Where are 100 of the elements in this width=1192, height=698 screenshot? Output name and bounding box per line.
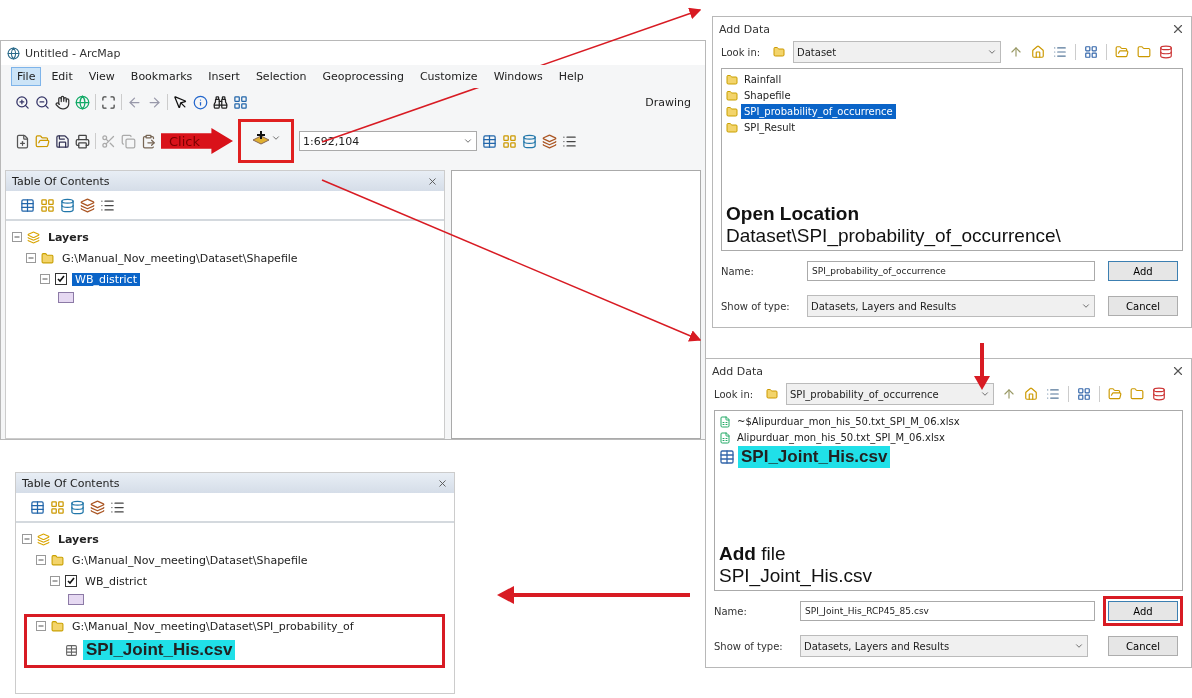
grid-icon[interactable] xyxy=(1084,45,1098,59)
collapse-toggle[interactable] xyxy=(12,232,22,242)
caret-icon[interactable] xyxy=(271,133,281,143)
menu-item[interactable]: File xyxy=(11,67,42,86)
collapse-toggle[interactable] xyxy=(22,534,32,544)
layer-checkbox[interactable] xyxy=(55,273,67,285)
database-icon[interactable] xyxy=(60,197,75,213)
close-icon[interactable] xyxy=(1171,364,1185,378)
dataset-entry[interactable]: Alipurduar_mon_his_50.txt_SPI_M_06.xlsx xyxy=(734,430,948,445)
name-field[interactable]: SPI_Joint_His_RCP45_85.csv xyxy=(800,601,1095,621)
collapse-toggle[interactable] xyxy=(36,621,46,631)
layer-checkbox[interactable] xyxy=(65,575,77,587)
dataset-entry[interactable]: SPI_Joint_His.csv xyxy=(738,446,891,468)
pointer-icon[interactable] xyxy=(173,94,188,110)
menu-item[interactable]: Help xyxy=(552,67,590,86)
collapse-toggle[interactable] xyxy=(50,576,60,586)
zoom-in-icon[interactable] xyxy=(15,94,30,110)
dataset-entry[interactable]: SPI_probability_of_occurrence xyxy=(741,104,896,119)
close-icon[interactable] xyxy=(427,175,438,187)
list-icon[interactable] xyxy=(100,197,115,213)
menu-item[interactable]: Geoprocessing xyxy=(316,67,410,86)
folder-icon[interactable] xyxy=(35,133,50,149)
forward-arrow-icon[interactable] xyxy=(147,94,162,110)
caret-icon[interactable] xyxy=(463,136,473,146)
layer-label[interactable]: G:\Manual_Nov_meeting\Dataset\Shapefile xyxy=(69,553,311,567)
layer-label[interactable]: Layers xyxy=(55,532,102,546)
collapse-toggle[interactable] xyxy=(40,274,50,284)
look-in-dropdown[interactable]: Dataset xyxy=(793,41,1001,63)
collapse-toggle[interactable] xyxy=(26,253,36,263)
up-folder-icon[interactable] xyxy=(1002,387,1016,401)
table-icon[interactable] xyxy=(20,197,35,213)
hand-icon[interactable] xyxy=(55,94,70,110)
type-dropdown[interactable]: Datasets, Layers and Results xyxy=(807,295,1095,317)
menu-item[interactable]: Bookmarks xyxy=(124,67,199,86)
table-icon[interactable] xyxy=(30,499,45,515)
layer-label[interactable]: G:\Manual_Nov_meeting\Dataset\SPI_probability_of xyxy=(69,619,357,633)
layer-label[interactable]: WB_district xyxy=(82,574,150,588)
list-icon[interactable] xyxy=(562,133,577,149)
database-icon[interactable] xyxy=(70,499,85,515)
layer-label[interactable]: WB_district xyxy=(72,272,140,286)
cancel-button[interactable]: Cancel xyxy=(1108,296,1178,316)
add-button[interactable]: Add xyxy=(1108,601,1178,621)
folder-icon[interactable] xyxy=(1108,387,1122,401)
layer-label[interactable]: Layers xyxy=(45,230,92,244)
type-dropdown[interactable]: Datasets, Layers and Results xyxy=(800,635,1088,657)
menu-item[interactable]: Windows xyxy=(487,67,549,86)
layer-label[interactable]: G:\Manual_Nov_meeting\Dataset\Shapefile xyxy=(59,251,301,265)
cancel-button[interactable]: Cancel xyxy=(1108,636,1178,656)
new-document-icon[interactable] xyxy=(15,133,30,149)
close-icon[interactable] xyxy=(437,477,448,489)
add-data-button[interactable] xyxy=(251,130,271,146)
zoom-out-icon[interactable] xyxy=(35,94,50,110)
print-icon[interactable] xyxy=(75,133,90,149)
scale-dropdown[interactable]: 1:692,104 xyxy=(299,131,477,151)
caret-icon[interactable] xyxy=(980,389,990,399)
caret-icon[interactable] xyxy=(1081,301,1091,311)
catalog-icon[interactable] xyxy=(40,197,55,213)
globe-icon[interactable] xyxy=(75,94,90,110)
caret-icon[interactable] xyxy=(1074,641,1084,651)
copy-icon[interactable] xyxy=(121,133,136,149)
menu-item[interactable]: View xyxy=(82,67,121,86)
info-icon[interactable] xyxy=(193,94,208,110)
save-icon[interactable] xyxy=(55,133,70,149)
cut-icon[interactable] xyxy=(101,133,116,149)
menu-item[interactable]: Selection xyxy=(249,67,313,86)
up-folder-icon[interactable] xyxy=(1009,45,1023,59)
menu-item[interactable]: Customize xyxy=(413,67,484,86)
look-in-dropdown[interactable]: SPI_probability_of_occurrence xyxy=(786,383,994,405)
name-field[interactable]: SPI_probability_of_occurrence xyxy=(807,261,1095,281)
collapse-toggle[interactable] xyxy=(36,555,46,565)
home-icon[interactable] xyxy=(1024,387,1038,401)
list-icon[interactable] xyxy=(110,499,125,515)
grid-icon[interactable] xyxy=(1077,387,1091,401)
menu-item[interactable]: Edit xyxy=(45,67,79,86)
layer-label[interactable]: SPI_Joint_His.csv xyxy=(83,640,236,660)
paste-icon[interactable] xyxy=(141,133,156,149)
add-button[interactable]: Add xyxy=(1108,261,1178,281)
close-icon[interactable] xyxy=(1171,22,1185,36)
dataset-entry[interactable]: Rainfall xyxy=(741,72,785,87)
binoculars-icon[interactable] xyxy=(213,94,228,110)
folder-icon[interactable] xyxy=(1115,45,1129,59)
database-icon[interactable] xyxy=(1159,45,1173,59)
full-extent-icon[interactable] xyxy=(101,94,116,110)
layers-icon[interactable] xyxy=(80,197,95,213)
caret-icon[interactable] xyxy=(987,47,997,57)
layers-icon[interactable] xyxy=(90,499,105,515)
dataset-entry[interactable]: ~$Alipurduar_mon_his_50.txt_SPI_M_06.xlsx xyxy=(734,414,963,429)
catalog-icon[interactable] xyxy=(502,133,517,149)
grid-icon[interactable] xyxy=(233,94,248,110)
map-canvas[interactable] xyxy=(451,170,701,439)
folder-icon[interactable] xyxy=(1137,45,1151,59)
layers-icon[interactable] xyxy=(542,133,557,149)
table-icon[interactable] xyxy=(482,133,497,149)
folder-icon[interactable] xyxy=(1130,387,1144,401)
menu-item[interactable]: Insert xyxy=(202,67,246,86)
database-icon[interactable] xyxy=(522,133,537,149)
dataset-entry[interactable]: SPI_Result xyxy=(741,120,799,135)
catalog-icon[interactable] xyxy=(50,499,65,515)
database-icon[interactable] xyxy=(1152,387,1166,401)
home-icon[interactable] xyxy=(1031,45,1045,59)
